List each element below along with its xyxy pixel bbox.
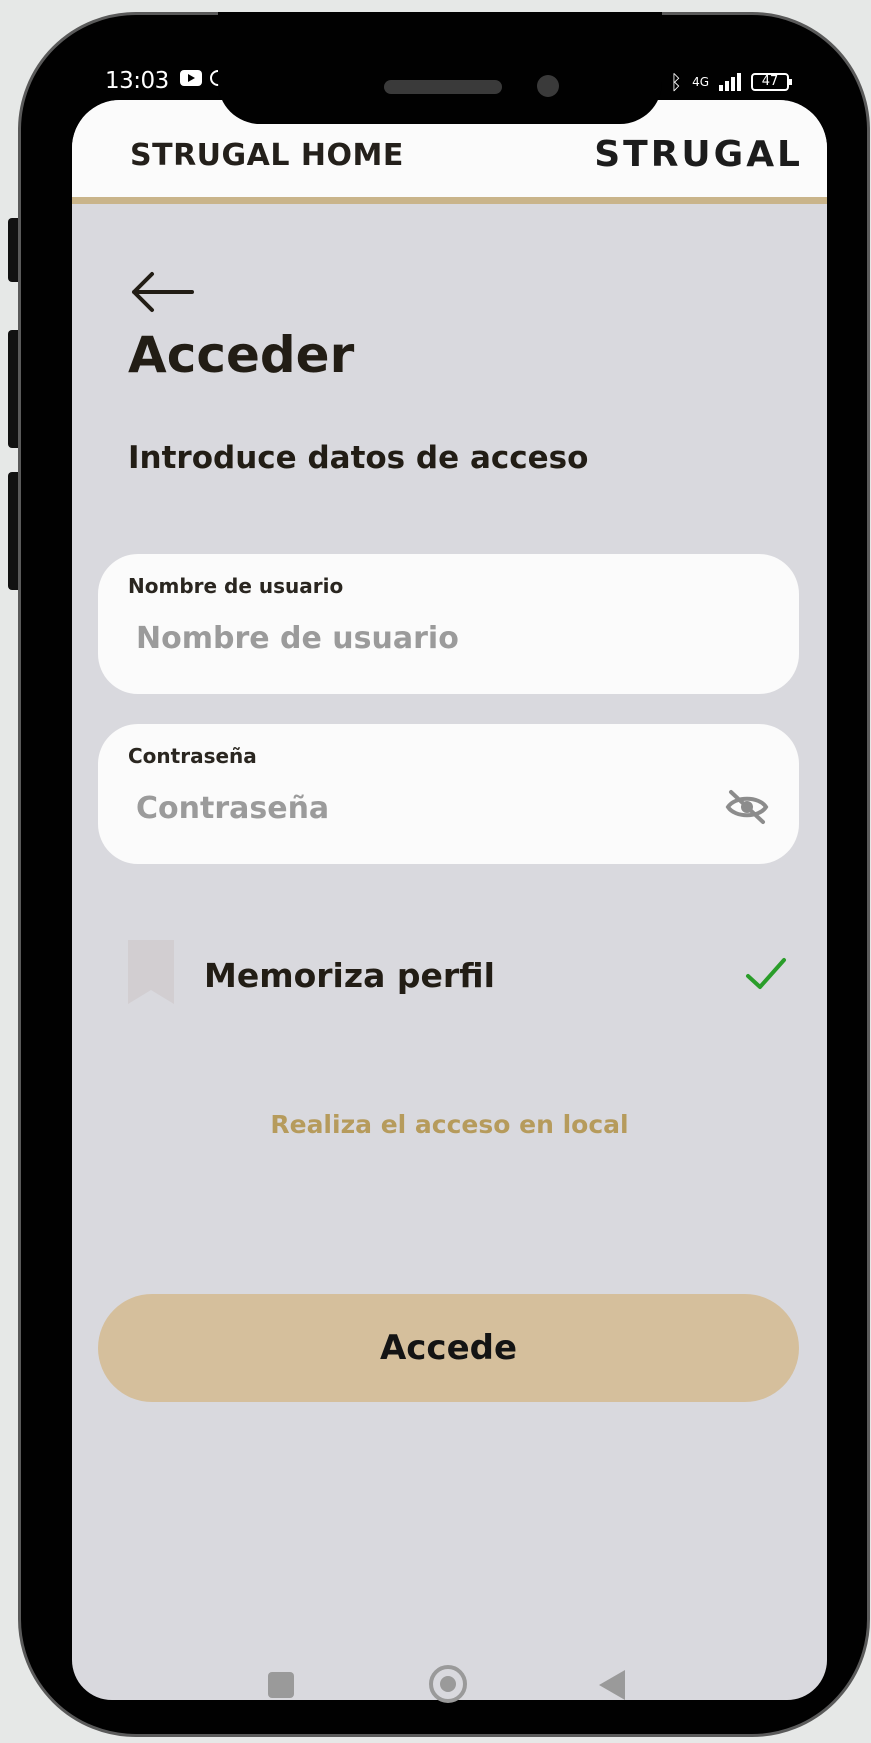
eye-off-icon[interactable] xyxy=(725,788,769,826)
remember-profile-row[interactable]: Memoriza perfil xyxy=(128,940,788,1010)
battery-icon: 47 xyxy=(751,73,792,91)
brand-logo: STRUGAL xyxy=(594,134,803,175)
app-title: STRUGAL HOME xyxy=(130,138,404,173)
bluetooth-icon: ᛒ xyxy=(670,70,683,94)
password-label: Contraseña xyxy=(128,744,257,768)
bookmark-icon xyxy=(128,940,174,1004)
front-camera xyxy=(537,75,559,97)
earpiece-speaker xyxy=(384,80,502,94)
password-field[interactable]: Contraseña xyxy=(98,724,799,864)
system-back-button[interactable] xyxy=(599,1670,625,1700)
system-navigation-bar xyxy=(72,1645,827,1705)
home-button[interactable] xyxy=(429,1665,467,1703)
page-subtitle: Introduce datos de acceso xyxy=(128,440,589,476)
signal-icon xyxy=(719,73,741,91)
app-screen: STRUGAL HOME STRUGAL Acceder Introduce d… xyxy=(72,100,827,1700)
back-arrow-icon[interactable] xyxy=(128,270,196,314)
username-input[interactable] xyxy=(134,612,698,664)
username-field[interactable]: Nombre de usuario xyxy=(98,554,799,694)
youtube-notification-icon xyxy=(180,70,202,86)
remember-profile-label: Memoriza perfil xyxy=(204,956,495,995)
network-type: 4G xyxy=(692,75,709,89)
status-time: 13:03 xyxy=(105,68,169,94)
submit-button[interactable]: Accede xyxy=(98,1294,799,1402)
camera-notch xyxy=(218,12,662,124)
username-label: Nombre de usuario xyxy=(128,574,344,598)
recent-apps-button[interactable] xyxy=(268,1672,294,1698)
page-title: Acceder xyxy=(128,326,355,384)
password-input[interactable] xyxy=(134,782,698,834)
local-access-link[interactable]: Realiza el acceso en local xyxy=(72,1110,827,1139)
checkmark-icon[interactable] xyxy=(744,954,788,994)
